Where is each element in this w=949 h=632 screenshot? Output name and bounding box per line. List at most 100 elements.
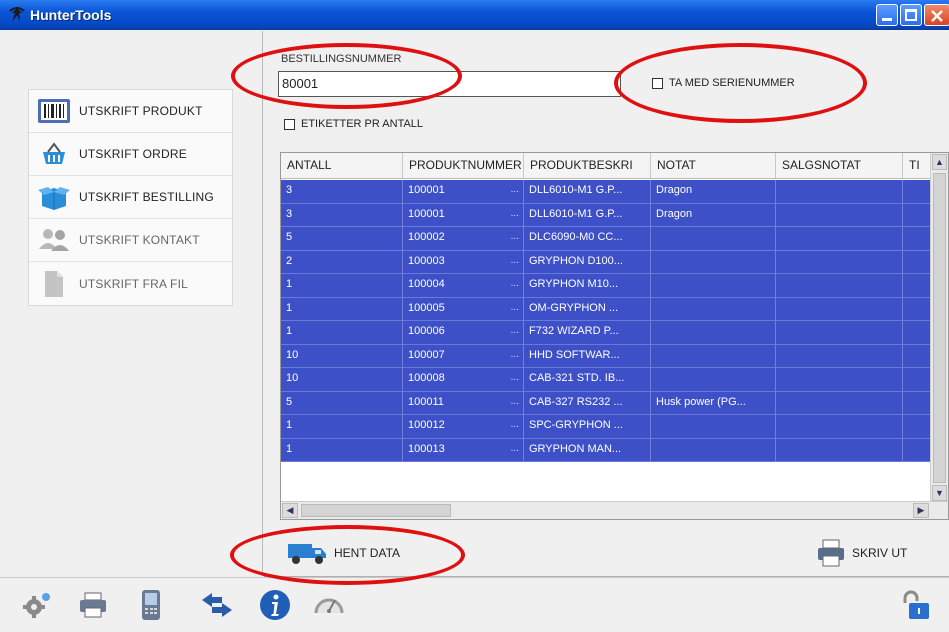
cell-salgsnotat[interactable] [776,227,903,250]
cell-notat[interactable]: Husk power (PG... [651,391,776,414]
cell-produktnummer[interactable]: 100007... [403,344,524,367]
checkbox-box[interactable] [284,118,295,130]
cell-beskrivelse[interactable]: F732 WIZARD P... [524,321,651,344]
cell-produktnummer[interactable]: 100008... [403,368,524,391]
sidebar-item-utskrift-produkt[interactable]: UTSKRIFT PRODUKT [29,90,232,133]
cell-produktnummer[interactable]: 100013... [403,438,524,461]
horizontal-scrollbar[interactable]: ◀ ▶ [281,501,948,519]
cell-empty[interactable] [903,391,931,414]
order-lines-grid[interactable]: ANTALL PRODUKTNUMMER PRODUKTBESKRI NOTAT… [280,152,949,520]
cell-salgsnotat[interactable] [776,344,903,367]
lock-icon[interactable] [898,588,932,622]
cell-salgsnotat[interactable] [776,180,903,203]
cell-notat[interactable] [651,344,776,367]
table-row[interactable]: 5 100002... DLC6090-M0 CC... [281,227,931,251]
ellipsis-icon[interactable]: ... [511,208,519,219]
cell-beskrivelse[interactable]: GRYPHON M10... [524,274,651,297]
cell-antall[interactable]: 10 [281,344,403,367]
cell-produktnummer[interactable]: 100005... [403,297,524,320]
cell-beskrivelse[interactable]: GRYPHON D100... [524,250,651,273]
cell-produktnummer[interactable]: 100001... [403,180,524,203]
table-row[interactable]: 1 100005... OM-GRYPHON ... [281,297,931,321]
ellipsis-icon[interactable]: ... [511,255,519,266]
cell-salgsnotat[interactable] [776,415,903,438]
maximize-button[interactable] [900,4,922,26]
ellipsis-icon[interactable]: ... [511,278,519,289]
ellipsis-icon[interactable]: ... [511,349,519,360]
column-header-produktbeskrivelse[interactable]: PRODUKTBESKRI [524,153,651,178]
cell-antall[interactable]: 1 [281,274,403,297]
cell-salgsnotat[interactable] [776,391,903,414]
cell-empty[interactable] [903,274,931,297]
cell-salgsnotat[interactable] [776,274,903,297]
column-header-produktnummer[interactable]: PRODUKTNUMMER [403,153,524,178]
column-header-notat[interactable]: NOTAT [651,153,776,178]
settings-icon[interactable] [20,588,54,622]
cell-salgsnotat[interactable] [776,250,903,273]
cell-produktnummer[interactable]: 100011... [403,391,524,414]
cell-notat[interactable] [651,250,776,273]
column-header-ti[interactable]: TI [903,153,931,178]
cell-empty[interactable] [903,321,931,344]
cell-notat[interactable] [651,227,776,250]
cell-empty[interactable] [903,180,931,203]
cell-empty[interactable] [903,438,931,461]
table-row[interactable]: 5 100011... CAB-327 RS232 ... Husk power (P… [281,391,931,415]
cell-antall[interactable]: 1 [281,321,403,344]
cell-empty[interactable] [903,297,931,320]
cell-beskrivelse[interactable]: DLL6010-M1 G.P... [524,180,651,203]
ellipsis-icon[interactable]: ... [511,419,519,430]
checkbox-box[interactable] [652,77,663,89]
cell-beskrivelse[interactable]: SPC-GRYPHON ... [524,415,651,438]
cell-salgsnotat[interactable] [776,297,903,320]
scroll-up-icon[interactable]: ▲ [932,154,947,170]
printer-icon[interactable] [76,588,110,622]
cell-produktnummer[interactable]: 100002... [403,227,524,250]
sidebar-item-utskrift-bestilling[interactable]: UTSKRIFT BESTILLING [29,176,232,219]
cell-antall[interactable]: 3 [281,180,403,203]
cell-antall[interactable]: 3 [281,203,403,226]
cell-antall[interactable]: 1 [281,438,403,461]
table-row[interactable]: 1 100013... GRYPHON MAN... [281,438,931,462]
cell-notat[interactable] [651,321,776,344]
cell-beskrivelse[interactable]: DLC6090-M0 CC... [524,227,651,250]
minimize-button[interactable] [876,4,898,26]
table-row[interactable]: 1 100004... GRYPHON M10... [281,274,931,298]
scroll-right-icon[interactable]: ▶ [913,503,929,518]
cell-notat[interactable]: Dragon [651,180,776,203]
cell-salgsnotat[interactable] [776,368,903,391]
cell-beskrivelse[interactable]: GRYPHON MAN... [524,438,651,461]
vertical-scroll-thumb[interactable] [933,173,946,483]
handheld-icon[interactable] [134,588,168,622]
cell-antall[interactable]: 1 [281,415,403,438]
horizontal-scroll-thumb[interactable] [301,504,451,517]
table-row[interactable]: 1 100012... SPC-GRYPHON ... [281,415,931,439]
cell-salgsnotat[interactable] [776,203,903,226]
cell-produktnummer[interactable]: 100012... [403,415,524,438]
cell-notat[interactable] [651,368,776,391]
ellipsis-icon[interactable]: ... [511,302,519,313]
table-row[interactable]: 1 100006... F732 WIZARD P... [281,321,931,345]
sidebar-item-utskrift-fra-fil[interactable]: UTSKRIFT FRA FIL [29,262,232,305]
cell-antall[interactable]: 2 [281,250,403,273]
cell-empty[interactable] [903,344,931,367]
scroll-left-icon[interactable]: ◀ [282,503,298,518]
cell-beskrivelse[interactable]: DLL6010-M1 G.P... [524,203,651,226]
cell-notat[interactable] [651,274,776,297]
order-number-input[interactable]: 80001 [278,71,621,97]
table-row[interactable]: 3 100001... DLL6010-M1 G.P... Dragon [281,180,931,204]
sidebar-item-utskrift-kontakt[interactable]: UTSKRIFT KONTAKT [29,219,232,262]
cell-empty[interactable] [903,415,931,438]
print-button[interactable]: SKRIV UT [816,538,907,568]
fetch-data-button[interactable]: HENT DATA [288,538,400,568]
cell-empty[interactable] [903,250,931,273]
ellipsis-icon[interactable]: ... [511,325,519,336]
transfer-icon[interactable] [200,588,234,622]
cell-empty[interactable] [903,368,931,391]
column-header-salgsnotat[interactable]: SALGSNOTAT [776,153,903,178]
cell-beskrivelse[interactable]: HHD SOFTWAR... [524,344,651,367]
speed-icon[interactable] [312,588,346,622]
cell-antall[interactable]: 5 [281,391,403,414]
cell-empty[interactable] [903,203,931,226]
table-row[interactable]: 2 100003... GRYPHON D100... [281,250,931,274]
